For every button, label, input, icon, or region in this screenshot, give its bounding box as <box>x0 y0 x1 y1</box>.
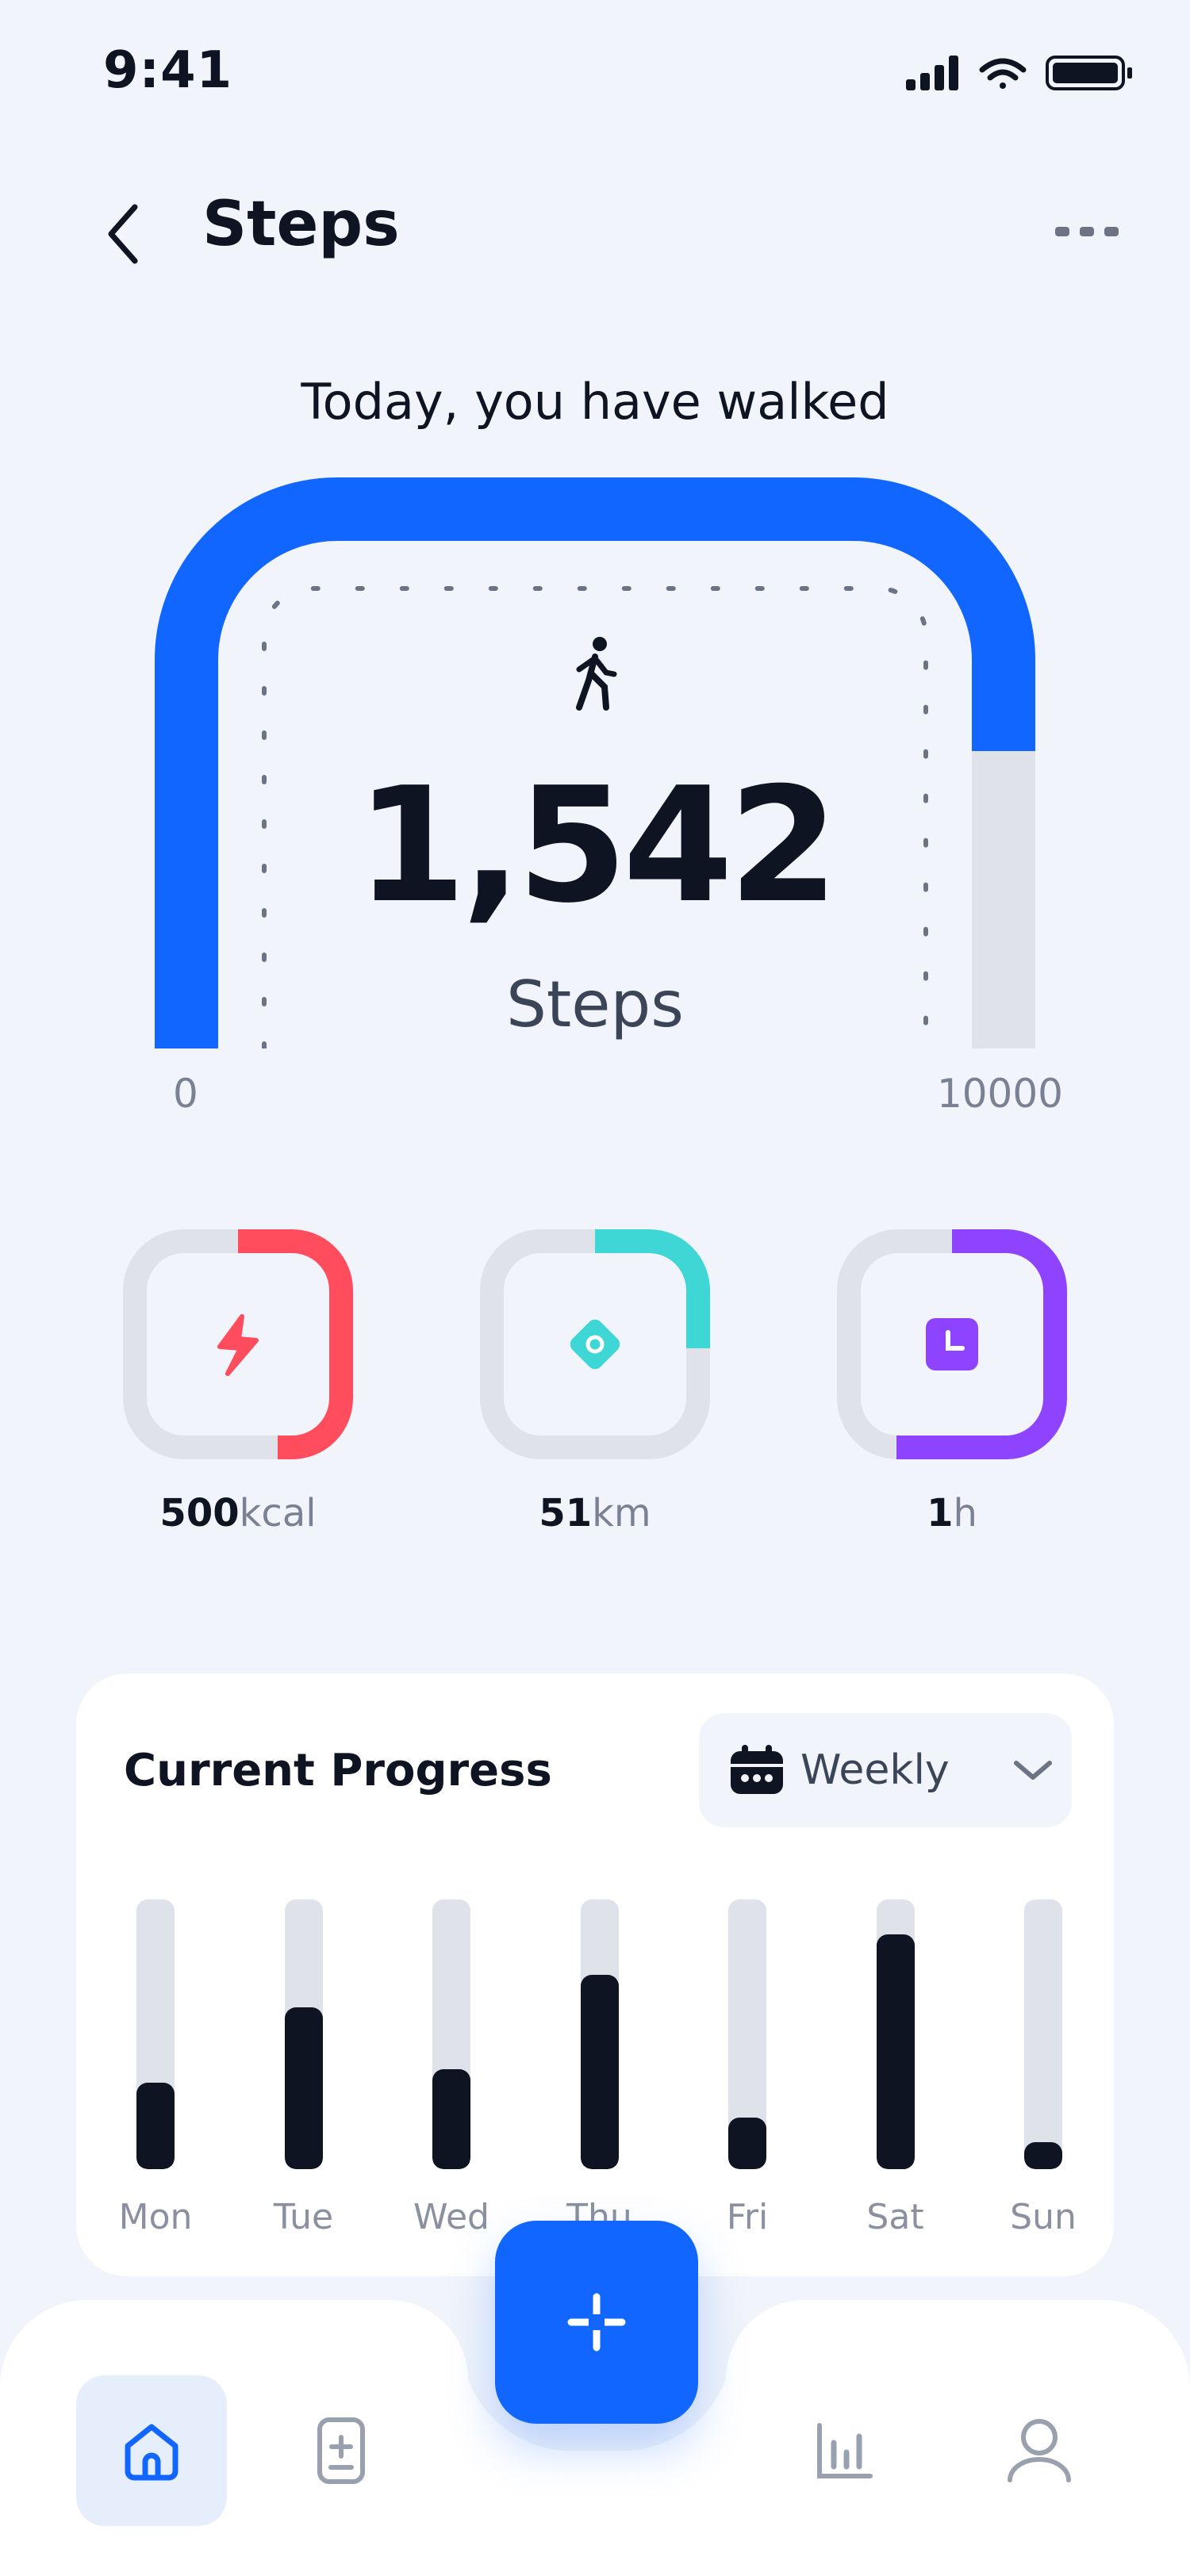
bar-tue <box>284 2007 323 2169</box>
more-icon <box>1055 227 1119 236</box>
period-select[interactable]: Weekly <box>699 1713 1072 1827</box>
more-button[interactable] <box>1047 208 1127 255</box>
bar-thu <box>580 1975 619 2169</box>
bar-mon <box>136 2083 175 2169</box>
nav-health[interactable] <box>266 2375 416 2526</box>
bar-track-fri <box>728 1899 766 2169</box>
progress-card: Current Progress Weekly Mon Tue Wed Thu Fri S… <box>76 1673 1114 2276</box>
day-label-fri: Fri <box>726 2197 769 2237</box>
calendar-icon <box>731 1745 783 1794</box>
steps-unit: Steps <box>506 968 684 1041</box>
user-icon <box>1008 2419 1071 2482</box>
wifi-icon <box>979 58 1027 89</box>
duration-value: 1 <box>927 1491 954 1535</box>
home-icon <box>125 2424 178 2481</box>
calories-ring <box>123 1229 353 1459</box>
distance-unit: km <box>592 1491 651 1535</box>
metric-distance[interactable]: 51km <box>476 1229 714 1535</box>
gauge-min-label: 0 <box>173 1071 198 1117</box>
nav-profile[interactable] <box>964 2375 1115 2526</box>
day-label-tue: Tue <box>273 2197 334 2237</box>
gauge-max-label: 10000 <box>936 1071 1063 1117</box>
progress-title: Current Progress <box>124 1745 552 1796</box>
nav-stats[interactable] <box>770 2375 920 2526</box>
flash-icon <box>217 1314 259 1376</box>
duration-ring <box>837 1229 1067 1459</box>
status-time: 9:41 <box>103 41 233 100</box>
location-icon <box>570 1319 620 1370</box>
calories-unit: kcal <box>239 1491 317 1535</box>
bar-track-wed <box>432 1899 470 2169</box>
day-label-sat: Sat <box>866 2197 924 2237</box>
bar-fri <box>728 2118 766 2169</box>
bar-wed <box>432 2069 470 2169</box>
steps-value: 1,542 <box>355 753 839 938</box>
metric-calories-label: 500kcal <box>119 1491 357 1535</box>
bar-track-sun <box>1024 1899 1062 2169</box>
bar-sun <box>1024 2142 1062 2169</box>
battery-icon <box>1046 56 1132 90</box>
metric-distance-label: 51km <box>476 1491 714 1535</box>
metric-duration-label: 1h <box>833 1491 1071 1535</box>
page-title: Steps <box>202 189 400 260</box>
status-icons <box>906 52 1144 95</box>
bar-track-mon <box>136 1899 175 2169</box>
bar-sat <box>876 1934 915 2169</box>
medical-icon <box>317 2417 365 2484</box>
metric-calories[interactable]: 500kcal <box>119 1229 357 1535</box>
today-label: Today, you have walked <box>301 373 889 431</box>
chevron-left-icon <box>108 204 138 264</box>
calories-value: 500 <box>159 1491 240 1535</box>
day-label-wed: Wed <box>413 2197 489 2237</box>
clock-icon <box>926 1318 978 1370</box>
day-label-mon: Mon <box>118 2197 193 2237</box>
bar-track-thu <box>580 1899 619 2169</box>
plus-icon <box>567 2293 626 2352</box>
period-label: Weekly <box>800 1746 950 1794</box>
chart-icon <box>817 2423 873 2478</box>
distance-ring <box>480 1229 710 1459</box>
metric-duration[interactable]: 1h <box>833 1229 1071 1535</box>
walking-icon <box>571 634 619 717</box>
bar-track-tue <box>284 1899 323 2169</box>
signal-icon <box>906 56 958 90</box>
distance-value: 51 <box>539 1491 593 1535</box>
day-label-sun: Sun <box>1010 2197 1077 2237</box>
chevron-down-icon <box>1013 1761 1052 1780</box>
bar-track-sat <box>876 1899 915 2169</box>
nav-home[interactable] <box>76 2375 227 2526</box>
duration-unit: h <box>953 1491 977 1535</box>
add-button[interactable] <box>495 2221 698 2424</box>
back-button[interactable] <box>87 190 159 278</box>
